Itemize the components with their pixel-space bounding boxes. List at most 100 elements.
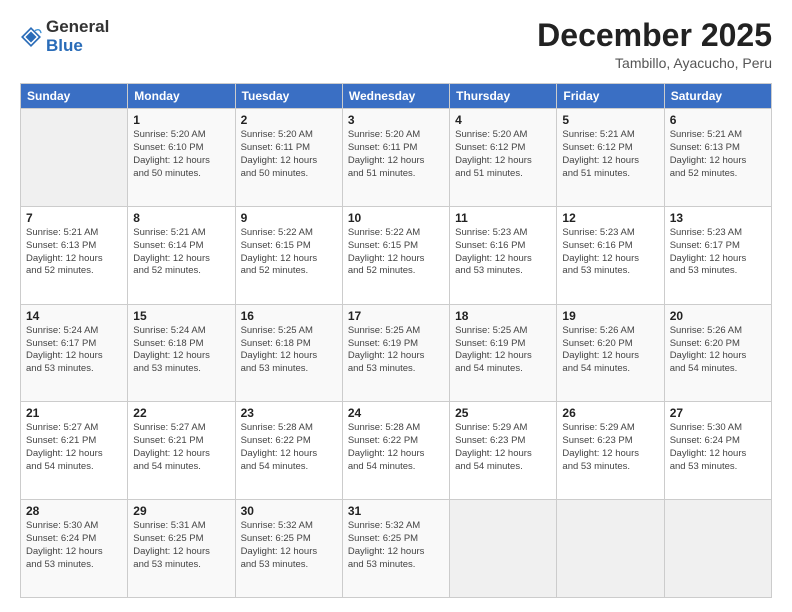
cell-info: Sunrise: 5:23 AM Sunset: 6:17 PM Dayligh… [670,227,766,278]
day-number: 4 [455,113,551,127]
cell-info: Sunrise: 5:22 AM Sunset: 6:15 PM Dayligh… [348,227,444,278]
col-friday: Friday [557,84,664,109]
calendar-cell [21,109,128,207]
location: Tambillo, Ayacucho, Peru [537,55,772,71]
day-number: 25 [455,406,551,420]
calendar-cell: 29 Sunrise: 5:31 AM Sunset: 6:25 PM Dayli… [128,500,235,598]
week-row-2: 7 Sunrise: 5:21 AM Sunset: 6:13 PM Daylig… [21,206,772,304]
calendar-cell [557,500,664,598]
calendar-cell: 22Sunrise: 5:27 AM Sunset: 6:21 PM Dayli… [128,402,235,500]
month-title: December 2025 [537,18,772,53]
day-number: 3 [348,113,444,127]
day-number: 20 [670,309,766,323]
calendar-cell: 18 Sunrise: 5:25 AM Sunset: 6:19 PM Dayli… [450,304,557,402]
day-number: 2 [241,113,337,127]
day-number: 28 [26,504,122,518]
day-number: 8 [133,211,229,225]
calendar-cell: 8 Sunrise: 5:21 AM Sunset: 6:14 PM Daylig… [128,206,235,304]
logo-blue: Blue [46,36,83,55]
cell-info: Sunrise: 5:27 AM Sunset: 6:21 PM Dayligh… [26,422,122,473]
cell-info: Sunrise: 5:24 AM Sunset: 6:17 PM Dayligh… [26,325,122,376]
logo: General Blue [20,18,109,55]
cell-info: Sunrise: 5:21 AM Sunset: 6:13 PM Dayligh… [670,129,766,180]
cell-info: Sunrise: 5:27 AM Sunset: 6:21 PM Dayligh… [133,422,229,473]
header-row: Sunday Monday Tuesday Wednesday Thursday… [21,84,772,109]
cell-info: Sunrise: 5:21 AM Sunset: 6:14 PM Dayligh… [133,227,229,278]
cell-info: Sunrise: 5:25 AM Sunset: 6:18 PM Dayligh… [241,325,337,376]
calendar-cell: 28 Sunrise: 5:30 AM Sunset: 6:24 PM Dayli… [21,500,128,598]
cell-info: Sunrise: 5:25 AM Sunset: 6:19 PM Dayligh… [455,325,551,376]
calendar-cell: 14 Sunrise: 5:24 AM Sunset: 6:17 PM Dayli… [21,304,128,402]
col-monday: Monday [128,84,235,109]
day-number: 5 [562,113,658,127]
day-number: 24 [348,406,444,420]
day-number: 11 [455,211,551,225]
calendar-cell: 17Sunrise: 5:25 AM Sunset: 6:19 PM Dayli… [342,304,449,402]
day-number: 23 [241,406,337,420]
day-number: 7 [26,211,122,225]
calendar-cell: 10 Sunrise: 5:22 AM Sunset: 6:15 PM Dayli… [342,206,449,304]
calendar-cell: 30 Sunrise: 5:32 AM Sunset: 6:25 PM Dayli… [235,500,342,598]
day-number: 10 [348,211,444,225]
cell-info: Sunrise: 5:26 AM Sunset: 6:20 PM Dayligh… [670,325,766,376]
cell-info: Sunrise: 5:21 AM Sunset: 6:13 PM Dayligh… [26,227,122,278]
cell-info: Sunrise: 5:26 AM Sunset: 6:20 PM Dayligh… [562,325,658,376]
cell-info: Sunrise: 5:31 AM Sunset: 6:25 PM Dayligh… [133,520,229,571]
day-number: 14 [26,309,122,323]
day-number: 29 [133,504,229,518]
week-row-4: 21 Sunrise: 5:27 AM Sunset: 6:21 PM Dayli… [21,402,772,500]
cell-info: Sunrise: 5:21 AM Sunset: 6:12 PM Dayligh… [562,129,658,180]
calendar-cell: 26Sunrise: 5:29 AM Sunset: 6:23 PM Dayli… [557,402,664,500]
cell-info: Sunrise: 5:20 AM Sunset: 6:10 PM Dayligh… [133,129,229,180]
day-number: 18 [455,309,551,323]
calendar-cell [664,500,771,598]
day-number: 13 [670,211,766,225]
day-number: 30 [241,504,337,518]
calendar-cell: 24Sunrise: 5:28 AM Sunset: 6:22 PM Dayli… [342,402,449,500]
calendar-cell: 13 Sunrise: 5:23 AM Sunset: 6:17 PM Dayli… [664,206,771,304]
col-tuesday: Tuesday [235,84,342,109]
cell-info: Sunrise: 5:20 AM Sunset: 6:11 PM Dayligh… [241,129,337,180]
calendar-cell: 19Sunrise: 5:26 AM Sunset: 6:20 PM Dayli… [557,304,664,402]
day-number: 17 [348,309,444,323]
calendar-cell: 5 Sunrise: 5:21 AM Sunset: 6:12 PM Daylig… [557,109,664,207]
col-wednesday: Wednesday [342,84,449,109]
title-block: December 2025 Tambillo, Ayacucho, Peru [537,18,772,71]
calendar-cell: 16 Sunrise: 5:25 AM Sunset: 6:18 PM Dayli… [235,304,342,402]
cell-info: Sunrise: 5:30 AM Sunset: 6:24 PM Dayligh… [26,520,122,571]
cell-info: Sunrise: 5:29 AM Sunset: 6:23 PM Dayligh… [562,422,658,473]
day-number: 9 [241,211,337,225]
cell-info: Sunrise: 5:28 AM Sunset: 6:22 PM Dayligh… [241,422,337,473]
calendar-cell: 3 Sunrise: 5:20 AM Sunset: 6:11 PM Daylig… [342,109,449,207]
day-number: 21 [26,406,122,420]
week-row-1: 1Sunrise: 5:20 AM Sunset: 6:10 PM Daylig… [21,109,772,207]
day-number: 27 [670,406,766,420]
calendar-cell: 6Sunrise: 5:21 AM Sunset: 6:13 PM Daylig… [664,109,771,207]
calendar-cell: 25 Sunrise: 5:29 AM Sunset: 6:23 PM Dayli… [450,402,557,500]
calendar-cell: 7 Sunrise: 5:21 AM Sunset: 6:13 PM Daylig… [21,206,128,304]
calendar-cell: 20 Sunrise: 5:26 AM Sunset: 6:20 PM Dayli… [664,304,771,402]
cell-info: Sunrise: 5:20 AM Sunset: 6:11 PM Dayligh… [348,129,444,180]
cell-info: Sunrise: 5:22 AM Sunset: 6:15 PM Dayligh… [241,227,337,278]
calendar-cell: 15Sunrise: 5:24 AM Sunset: 6:18 PM Dayli… [128,304,235,402]
col-sunday: Sunday [21,84,128,109]
calendar-cell: 11Sunrise: 5:23 AM Sunset: 6:16 PM Dayli… [450,206,557,304]
day-number: 16 [241,309,337,323]
calendar-page: General Blue December 2025 Tambillo, Aya… [0,0,792,612]
calendar-cell: 1Sunrise: 5:20 AM Sunset: 6:10 PM Daylig… [128,109,235,207]
calendar-cell: 9 Sunrise: 5:22 AM Sunset: 6:15 PM Daylig… [235,206,342,304]
col-thursday: Thursday [450,84,557,109]
calendar-table: Sunday Monday Tuesday Wednesday Thursday… [20,83,772,598]
calendar-cell: 2 Sunrise: 5:20 AM Sunset: 6:11 PM Daylig… [235,109,342,207]
cell-info: Sunrise: 5:30 AM Sunset: 6:24 PM Dayligh… [670,422,766,473]
cell-info: Sunrise: 5:29 AM Sunset: 6:23 PM Dayligh… [455,422,551,473]
calendar-cell: 31Sunrise: 5:32 AM Sunset: 6:25 PM Dayli… [342,500,449,598]
logo-icon [20,26,42,48]
day-number: 31 [348,504,444,518]
cell-info: Sunrise: 5:32 AM Sunset: 6:25 PM Dayligh… [241,520,337,571]
week-row-3: 14 Sunrise: 5:24 AM Sunset: 6:17 PM Dayli… [21,304,772,402]
cell-info: Sunrise: 5:23 AM Sunset: 6:16 PM Dayligh… [562,227,658,278]
calendar-cell: 27 Sunrise: 5:30 AM Sunset: 6:24 PM Dayli… [664,402,771,500]
calendar-cell: 12Sunrise: 5:23 AM Sunset: 6:16 PM Dayli… [557,206,664,304]
cell-info: Sunrise: 5:24 AM Sunset: 6:18 PM Dayligh… [133,325,229,376]
